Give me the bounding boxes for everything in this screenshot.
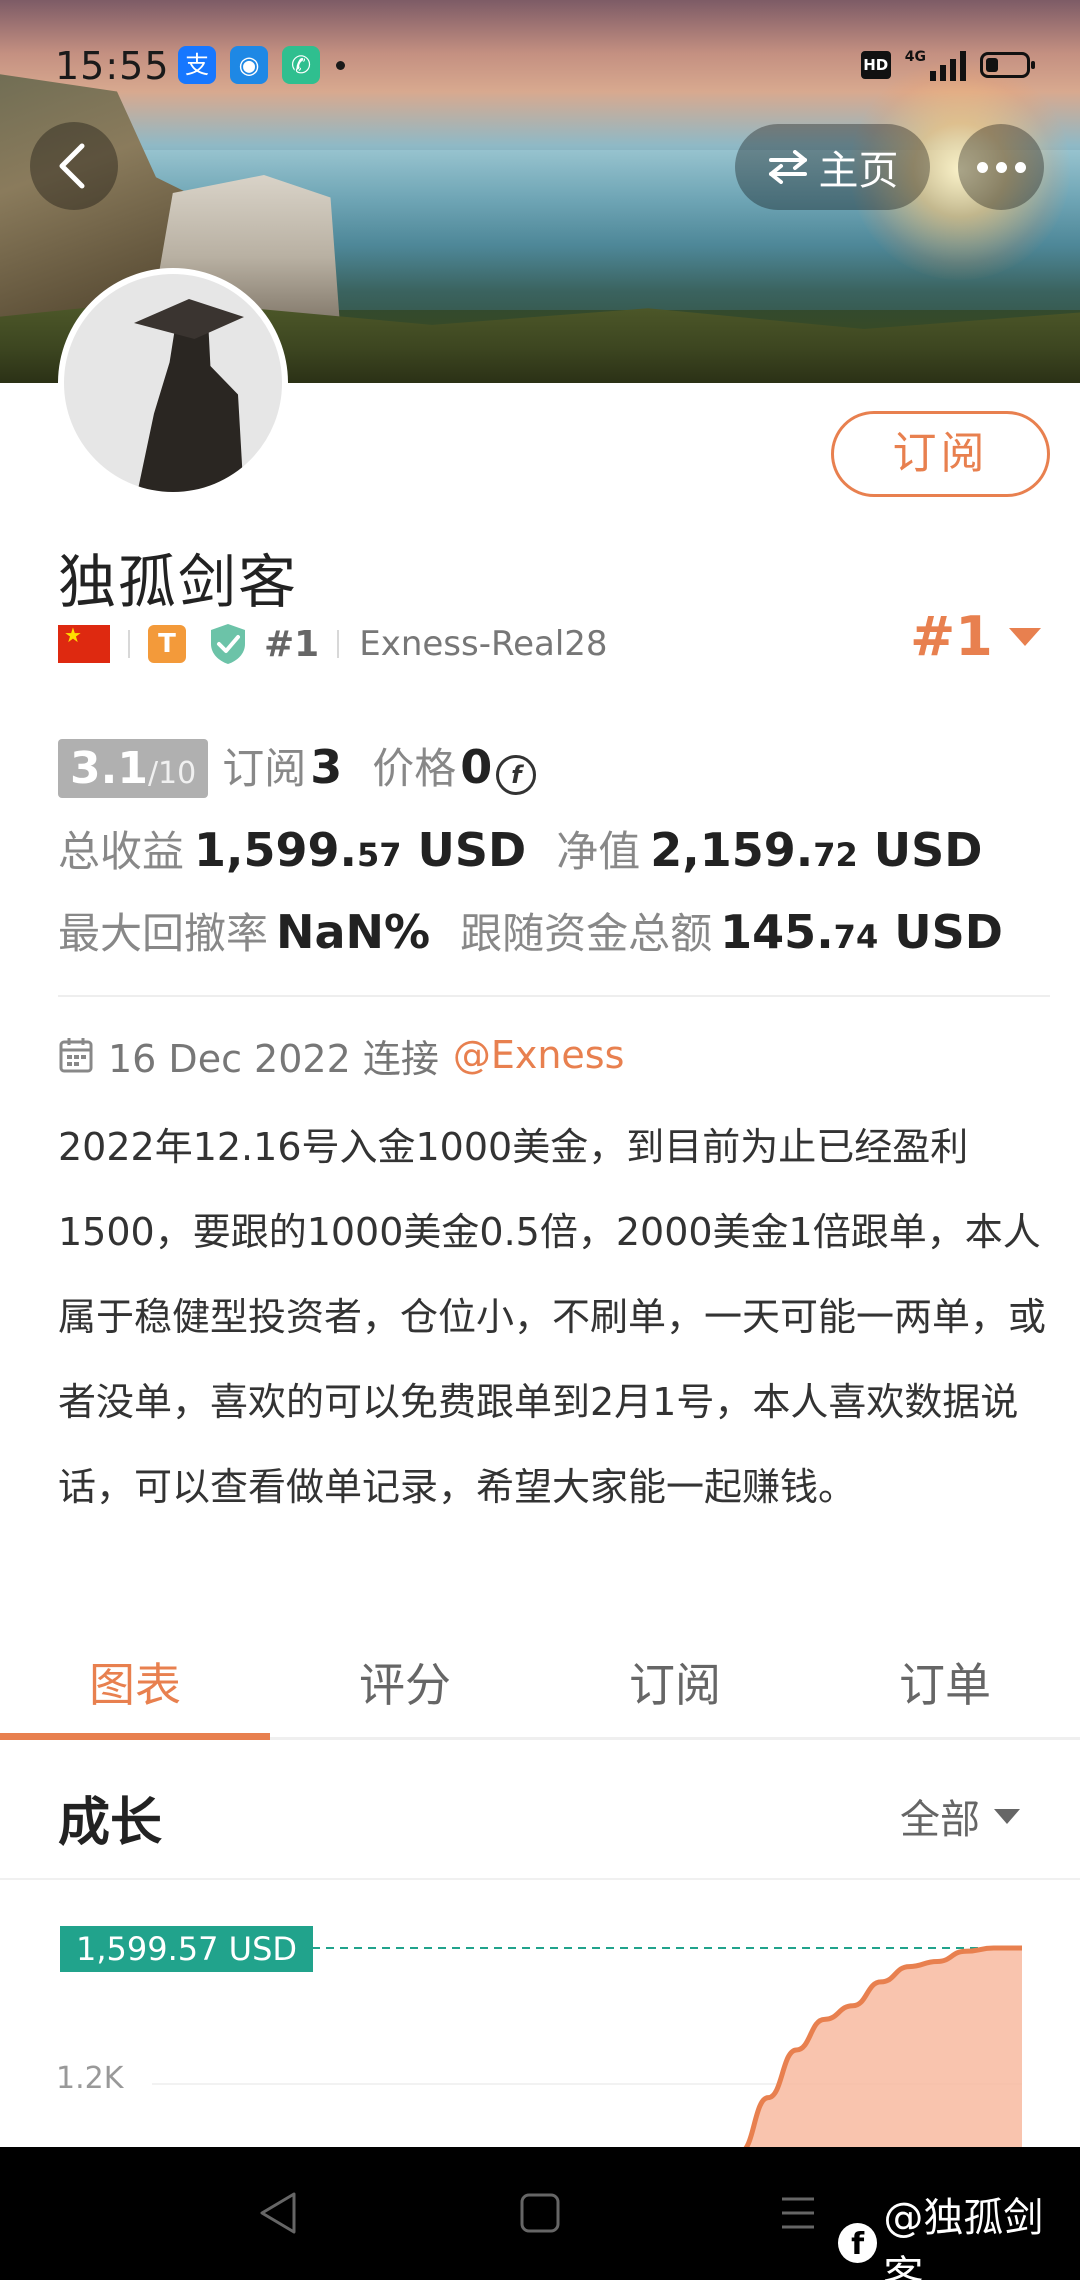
total-profit-unit: USD — [401, 823, 527, 877]
price-value: 0 — [460, 740, 493, 794]
status-indicators: HD 4G — [860, 46, 1035, 84]
equity-unit: USD — [857, 823, 983, 877]
nav-back-icon[interactable] — [256, 2190, 300, 2236]
equity-int: 2,159. — [650, 823, 814, 877]
app-notification-icon: ◉ — [230, 46, 268, 84]
home-button-label: 主页 — [818, 148, 899, 194]
connection-date: 16 Dec 2022 连接 — [108, 1036, 439, 1081]
alipay-icon: 支 — [178, 46, 216, 84]
hd-icon: HD — [860, 51, 891, 79]
equity-dec: 72 — [813, 836, 858, 874]
watermark: f @独孤剑客 — [838, 2185, 1080, 2280]
range-select[interactable]: 全部 — [900, 1787, 1020, 1845]
tab-chart[interactable]: 图表 — [0, 1640, 270, 1740]
follow-funds-int: 145. — [720, 905, 834, 959]
rank-dropdown[interactable]: #1 — [910, 605, 1041, 668]
rating-max: /10 — [147, 756, 197, 791]
equity-label: 净值 — [556, 827, 641, 876]
profile-tabs: 图表 评分 订阅 订单 — [0, 1640, 1080, 1740]
drawdown-row: 最大回撤率 NaN% 跟随资金总额 145. 74 USD — [58, 900, 1003, 961]
growth-title: 成长 — [58, 1793, 163, 1853]
facebook-icon: f — [838, 2223, 878, 2263]
avatar[interactable] — [58, 268, 288, 498]
price-label: 价格 — [372, 744, 457, 793]
broker-link[interactable]: @Exness — [453, 1033, 625, 1077]
current-value-tag: 1,599.57 USD — [60, 1926, 314, 1972]
section-divider — [58, 995, 1050, 997]
swap-icon — [768, 150, 807, 184]
rating-value: 3.1 — [70, 743, 148, 794]
more-dot-icon — [1014, 161, 1026, 173]
total-profit-int: 1,599. — [194, 823, 357, 877]
profit-row: 总收益 1,599. 57 USD 净值 2,159. 72 USD — [58, 818, 982, 879]
network-type: 4G — [904, 49, 926, 65]
max-drawdown-label: 最大回撤率 — [58, 909, 269, 958]
growth-chart[interactable]: 1,599.57 USD 1.2K — [0, 1880, 1080, 2147]
follow-funds-dec: 74 — [833, 918, 879, 956]
trader-name: 独孤剑客 — [58, 548, 299, 616]
more-notifications-dot — [336, 61, 345, 70]
tab-rating[interactable]: 评分 — [270, 1640, 540, 1737]
trader-description: 2022年12.16号入金1000美金，到目前为止已经盈利1500，要跟的100… — [58, 1125, 1047, 1509]
back-button[interactable] — [30, 122, 118, 210]
china-flag-icon — [58, 623, 110, 663]
avatar-figure — [136, 309, 244, 492]
chevron-left-icon — [59, 143, 85, 189]
rating-badge: 3.1 /10 — [58, 739, 209, 798]
phone-icon: ✆ — [282, 46, 320, 84]
nav-menu-icon[interactable] — [778, 2195, 818, 2231]
range-select-label: 全部 — [900, 1797, 980, 1843]
calendar-icon — [59, 1038, 93, 1073]
total-profit-dec: 57 — [357, 836, 402, 874]
home-button[interactable]: 主页 — [735, 124, 930, 210]
more-options-button[interactable] — [958, 124, 1044, 210]
subscriptions-value: 3 — [310, 740, 343, 794]
nav-home-icon[interactable] — [518, 2191, 562, 2235]
coin-icon: f — [496, 755, 537, 795]
follow-funds-unit: USD — [878, 905, 1003, 959]
subscriptions-label: 订阅 — [222, 744, 307, 793]
subscribe-button[interactable]: 订阅 — [831, 411, 1050, 497]
meta-separator — [337, 630, 340, 658]
meta-separator — [128, 630, 130, 658]
watermark-handle: @独孤剑客 — [883, 2195, 1044, 2280]
account-server: Exness-Real28 — [359, 624, 608, 664]
signal-icon: 4G — [905, 49, 966, 81]
verified-shield-icon — [211, 624, 245, 664]
growth-chart-svg — [60, 1945, 1022, 2147]
status-bar: 15:55 支 ◉ ✆ HD 4G — [0, 0, 1080, 130]
trader-type-badge: T — [148, 625, 186, 663]
trader-meta: T #1 Exness-Real28 — [58, 620, 608, 668]
more-dot-icon — [995, 161, 1007, 173]
rating-row: 3.1 /10 订阅 3 价格 0 f — [58, 735, 537, 798]
y-tick-label: 1.2K — [56, 2061, 124, 2096]
growth-area — [740, 1948, 1022, 2147]
avatar-hat — [134, 299, 244, 339]
caret-down-icon — [994, 1808, 1020, 1824]
battery-icon — [980, 52, 1035, 78]
connection-date-row: 16 Dec 2022 连接 @Exness — [58, 1030, 625, 1081]
caret-down-icon — [1008, 627, 1041, 646]
rank-small: #1 — [264, 623, 320, 665]
follow-funds-label: 跟随资金总额 — [460, 909, 713, 958]
rank-big-label: #1 — [910, 605, 993, 668]
more-dot-icon — [976, 161, 988, 173]
tab-subscriptions[interactable]: 订阅 — [540, 1640, 810, 1737]
max-drawdown-value: NaN% — [276, 905, 431, 959]
tab-orders[interactable]: 订单 — [810, 1640, 1080, 1737]
status-time: 15:55 — [55, 44, 170, 88]
total-profit-label: 总收益 — [58, 827, 185, 876]
